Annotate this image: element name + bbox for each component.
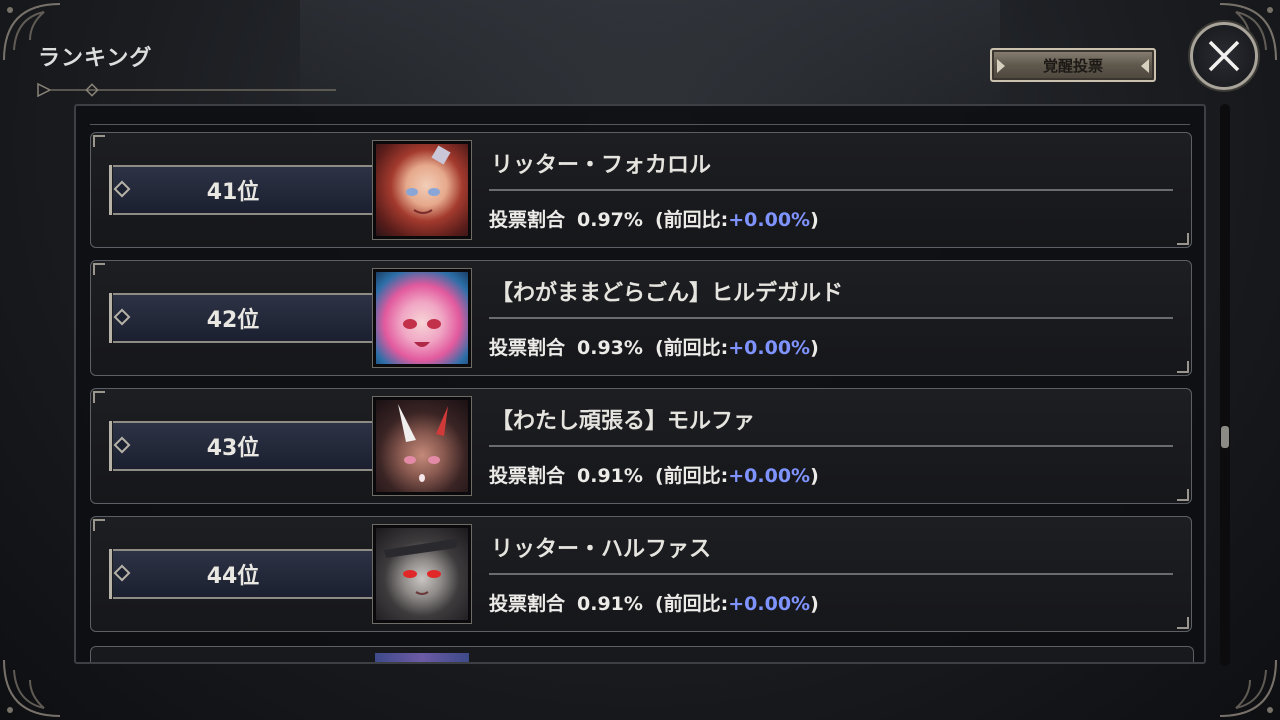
ranking-row-41[interactable]: 41位 リッター・フォカロル 投票割合 0.97% (前回比:+0.00%) [90, 132, 1192, 248]
vote-stats: 投票割合 0.97% (前回比:+0.00%) [489, 205, 819, 232]
vote-ratio-value: 0.91% [577, 593, 643, 615]
vote-stats: 投票割合 0.93% (前回比:+0.00%) [489, 333, 819, 360]
row-divider [489, 189, 1173, 191]
vote-ratio-label: 投票割合 [489, 337, 566, 359]
ranking-row-44[interactable]: 44位 リッター・ハルファス 投票割合 0.91% (前回比:+0.00%) [90, 516, 1192, 632]
rank-label: 42位 [206, 308, 260, 333]
list-scrollbar[interactable] [1220, 104, 1230, 666]
prev-compare-close: ) [810, 209, 819, 231]
prev-compare-open: (前回比: [654, 209, 729, 231]
arrow-left-icon [997, 59, 1005, 73]
character-name: 【わがままどらごん】ヒルデガルド [491, 281, 844, 306]
prev-compare-close: ) [810, 337, 819, 359]
vote-ratio-value: 0.93% [577, 337, 643, 359]
close-x-icon [1208, 40, 1240, 72]
vote-stats: 投票割合 0.91% (前回比:+0.00%) [489, 461, 819, 488]
prev-compare-delta: +0.00% [728, 209, 811, 231]
background-castle [300, 0, 1000, 120]
character-portrait[interactable] [373, 269, 471, 367]
rank-plate: 44位 [109, 549, 373, 599]
vote-ratio-value: 0.91% [577, 465, 643, 487]
prev-compare-delta: +0.00% [728, 465, 811, 487]
page-title: ランキング [38, 46, 153, 71]
rank-plate: 41位 [109, 165, 373, 215]
rank-label: 41位 [206, 180, 260, 205]
ranking-row-42[interactable]: 42位 【わがままどらごん】ヒルデガルド 投票割合 0.93% (前回比:+0.00… [90, 260, 1192, 376]
prev-compare-open: (前回比: [654, 465, 729, 487]
vote-ratio-value: 0.97% [577, 209, 643, 231]
character-name: リッター・ハルファス [491, 537, 712, 562]
list-top-edge [90, 112, 1190, 125]
character-portrait [375, 653, 469, 662]
prev-compare-open: (前回比: [654, 593, 729, 615]
row-divider [489, 573, 1173, 575]
vote-ratio-label: 投票割合 [489, 465, 566, 487]
character-name: 【わたし頑張る】モルファ [491, 409, 756, 434]
prev-compare-close: ) [810, 593, 819, 615]
portrait-face-icon [403, 319, 441, 347]
portrait-face-icon [398, 404, 448, 482]
vote-ratio-label: 投票割合 [489, 209, 566, 231]
ranking-list[interactable]: 41位 リッター・フォカロル 投票割合 0.97% (前回比:+0.00%) 42位 [74, 104, 1206, 664]
arrow-right-icon [1141, 59, 1149, 73]
awakening-vote-label: 覚醒投票 [1042, 56, 1103, 75]
vote-stats: 投票割合 0.91% (前回比:+0.00%) [489, 589, 819, 616]
prev-compare-delta: +0.00% [728, 337, 811, 359]
rank-plate: 42位 [109, 293, 373, 343]
rank-label: 44位 [206, 564, 260, 589]
character-portrait[interactable] [373, 397, 471, 495]
rank-label: 43位 [206, 436, 260, 461]
rank-plate: 43位 [109, 421, 373, 471]
portrait-face-icon [406, 145, 451, 214]
row-divider [489, 317, 1173, 319]
title-ornament-icon [37, 82, 336, 98]
prev-compare-delta: +0.00% [728, 593, 811, 615]
ranking-row-43[interactable]: 43位 【わたし頑張る】モルファ 投票割合 0.91% (前回比:+0.00%) [90, 388, 1192, 504]
close-button[interactable] [1190, 22, 1258, 90]
prev-compare-close: ) [810, 465, 819, 487]
scrollbar-thumb[interactable] [1221, 426, 1229, 448]
vote-ratio-label: 投票割合 [489, 593, 566, 615]
awakening-vote-button[interactable]: 覚醒投票 [990, 48, 1156, 82]
portrait-face-icon [384, 538, 460, 595]
prev-compare-open: (前回比: [654, 337, 729, 359]
character-name: リッター・フォカロル [491, 153, 712, 178]
character-portrait[interactable] [373, 525, 471, 623]
row-divider [489, 445, 1173, 447]
ranking-row-partial[interactable] [90, 646, 1194, 662]
character-portrait[interactable] [373, 141, 471, 239]
